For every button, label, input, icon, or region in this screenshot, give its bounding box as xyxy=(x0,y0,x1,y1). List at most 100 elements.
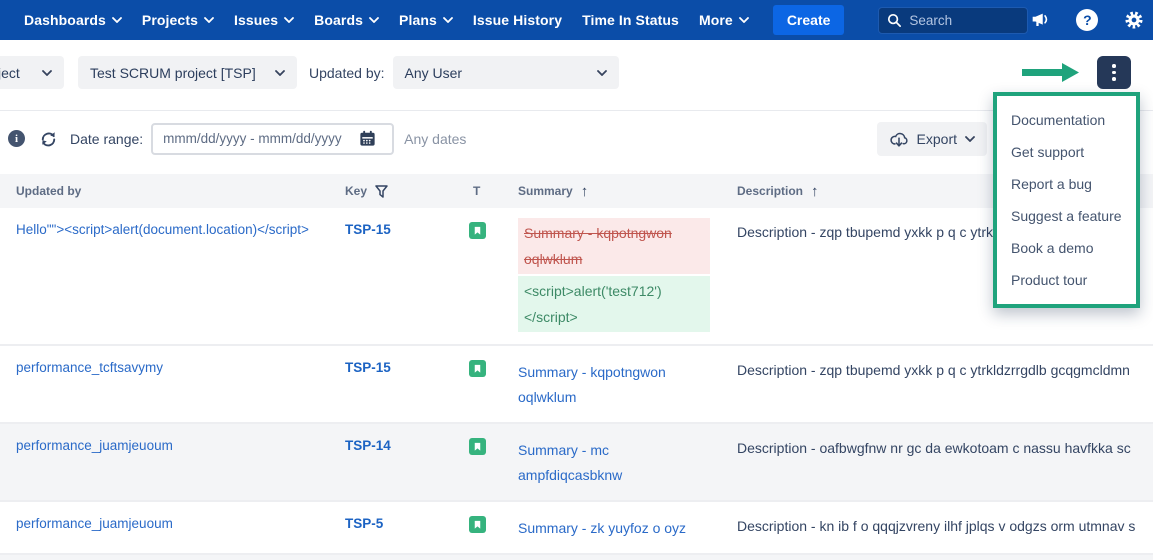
more-actions-button[interactable] xyxy=(1097,56,1131,89)
filter-bar: ject Test SCRUM project [TSP] Updated by… xyxy=(0,56,1153,89)
summary-diff-cell[interactable]: Summary - kqpotngwon oqlwklum <script>al… xyxy=(518,208,737,344)
story-issue-type-icon[interactable] xyxy=(469,438,486,455)
menu-item-suggest-a-feature[interactable]: Suggest a feature xyxy=(997,200,1136,232)
menu-item-product-tour[interactable]: Product tour xyxy=(997,264,1136,296)
updated-by-link[interactable]: performance_tcftsavymy xyxy=(0,346,345,422)
updated-by-link[interactable]: Hello""><script>alert(document.location)… xyxy=(0,208,345,344)
nav-boards-label: Boards xyxy=(314,12,363,28)
summary-link[interactable]: Summary - bg gbjtoanosyhtdihkl xyxy=(518,555,737,560)
nav-projects[interactable]: Projects xyxy=(132,12,224,28)
project-value-label: Test SCRUM project [TSP] xyxy=(90,65,256,81)
description-cell: Description - zqp tbupemd yxkk p q c ytr… xyxy=(737,346,1153,422)
story-issue-type-icon[interactable] xyxy=(469,516,486,533)
chevron-down-icon xyxy=(739,17,749,23)
menu-item-documentation[interactable]: Documentation xyxy=(997,104,1136,136)
chevron-down-icon xyxy=(275,70,285,76)
summary-added-line2: </script> xyxy=(524,304,704,330)
nav-issue-history-label: Issue History xyxy=(473,12,562,28)
nav-plans-label: Plans xyxy=(399,12,437,28)
issue-key-link[interactable]: TSP-11 xyxy=(345,555,465,560)
nav-more[interactable]: More xyxy=(689,12,759,28)
chevron-down-icon xyxy=(112,17,122,23)
summary-link[interactable]: Summary - mc ampfdiqcasbknw xyxy=(518,424,737,500)
issue-key-link[interactable]: TSP-15 xyxy=(345,208,465,344)
help-button[interactable]: ? xyxy=(1075,8,1099,32)
export-label: Export xyxy=(917,131,957,147)
settings-button[interactable] xyxy=(1122,8,1146,32)
nav-dashboards[interactable]: Dashboards xyxy=(14,12,132,28)
dot xyxy=(1112,71,1116,75)
refresh-icon xyxy=(38,128,59,149)
nav-dashboards-label: Dashboards xyxy=(24,12,106,28)
issue-key-link[interactable]: TSP-5 xyxy=(345,502,465,553)
column-header-key[interactable]: Key xyxy=(345,184,465,198)
create-button[interactable]: Create xyxy=(773,5,845,35)
summary-added-text: <script>alert('test712') </script> xyxy=(518,276,710,332)
description-sort-asc-icon[interactable]: ↑ xyxy=(811,183,819,200)
chevron-down-icon xyxy=(284,17,294,23)
summary-header-label: Summary xyxy=(518,184,573,198)
issue-key-link[interactable]: TSP-14 xyxy=(345,424,465,500)
project-value-dropdown[interactable]: Test SCRUM project [TSP] xyxy=(78,56,297,89)
table-row: performance_tcftsavymy TSP-11 Summary - … xyxy=(0,555,1153,560)
table-header-row: Updated by Key T Summary ↑ Description ↑ xyxy=(0,174,1153,208)
chevron-down-icon xyxy=(597,70,607,76)
nav-plans[interactable]: Plans xyxy=(389,12,463,28)
summary-link[interactable]: Summary - kqpotngwon oqlwklum xyxy=(518,346,737,422)
issue-history-table: Updated by Key T Summary ↑ Description ↑… xyxy=(0,174,1153,560)
story-issue-type-icon[interactable] xyxy=(469,222,486,239)
table-row: performance_tcftsavymy TSP-15 Summary - … xyxy=(0,346,1153,424)
issue-type-cell xyxy=(465,502,518,553)
table-row: Hello""><script>alert(document.location)… xyxy=(0,208,1153,346)
column-header-type[interactable]: T xyxy=(465,184,518,198)
column-header-updated-by[interactable]: Updated by xyxy=(0,184,345,198)
nav-issue-history[interactable]: Issue History xyxy=(463,12,572,28)
nav-projects-label: Projects xyxy=(142,12,198,28)
chevron-down-icon xyxy=(443,17,453,23)
updated-by-dropdown[interactable]: Any User xyxy=(393,56,619,89)
section-divider xyxy=(0,110,1153,111)
summary-sort-asc-icon[interactable]: ↑ xyxy=(581,183,589,200)
calendar-icon[interactable] xyxy=(358,129,377,148)
menu-item-report-a-bug[interactable]: Report a bug xyxy=(997,168,1136,200)
summary-removed-text: Summary - kqpotngwon oqlwklum xyxy=(518,218,710,274)
story-issue-type-icon[interactable] xyxy=(469,360,486,377)
gear-icon xyxy=(1123,9,1145,31)
nav-time-in-status-label: Time In Status xyxy=(582,12,679,28)
nav-issues[interactable]: Issues xyxy=(224,12,304,28)
menu-item-book-a-demo[interactable]: Book a demo xyxy=(997,232,1136,264)
column-header-summary[interactable]: Summary ↑ xyxy=(518,183,737,200)
info-icon[interactable]: i xyxy=(8,130,25,147)
updated-by-value-label: Any User xyxy=(405,65,463,81)
key-filter-icon[interactable] xyxy=(375,185,388,198)
table-row: performance_juamjeuoum TSP-5 Summary - z… xyxy=(0,502,1153,555)
nav-issues-label: Issues xyxy=(234,12,278,28)
date-toolbar: i Date range: Any dates Export xyxy=(0,122,1153,155)
updated-by-link[interactable]: performance_juamjeuoum xyxy=(0,424,345,500)
issue-type-cell xyxy=(465,346,518,422)
refresh-button[interactable] xyxy=(38,128,59,149)
date-range-input[interactable] xyxy=(163,131,358,146)
megaphone-icon xyxy=(1029,9,1051,31)
key-header-label: Key xyxy=(345,184,367,198)
updated-by-filter-label: Updated by: xyxy=(309,65,385,81)
nav-more-label: More xyxy=(699,12,733,28)
updated-by-header-label: Updated by xyxy=(16,184,81,198)
date-range-field[interactable] xyxy=(151,123,394,155)
search-box[interactable] xyxy=(878,7,1028,34)
announcements-button[interactable] xyxy=(1028,8,1052,32)
menu-item-get-support[interactable]: Get support xyxy=(997,136,1136,168)
more-actions-menu: Documentation Get support Report a bug S… xyxy=(993,92,1140,308)
summary-added-line1: <script>alert('test712') xyxy=(524,278,704,304)
any-dates-hint: Any dates xyxy=(404,131,466,147)
description-header-label: Description xyxy=(737,184,803,198)
export-button[interactable]: Export xyxy=(877,122,987,156)
issue-key-link[interactable]: TSP-15 xyxy=(345,346,465,422)
search-input[interactable] xyxy=(909,13,1019,28)
project-filter-dropdown[interactable]: ject xyxy=(0,56,64,89)
updated-by-link[interactable]: performance_tcftsavymy xyxy=(0,555,345,560)
nav-boards[interactable]: Boards xyxy=(304,12,389,28)
summary-link[interactable]: Summary - zk yuyfoz o oyz xyxy=(518,502,737,553)
nav-time-in-status[interactable]: Time In Status xyxy=(572,12,689,28)
updated-by-link[interactable]: performance_juamjeuoum xyxy=(0,502,345,553)
